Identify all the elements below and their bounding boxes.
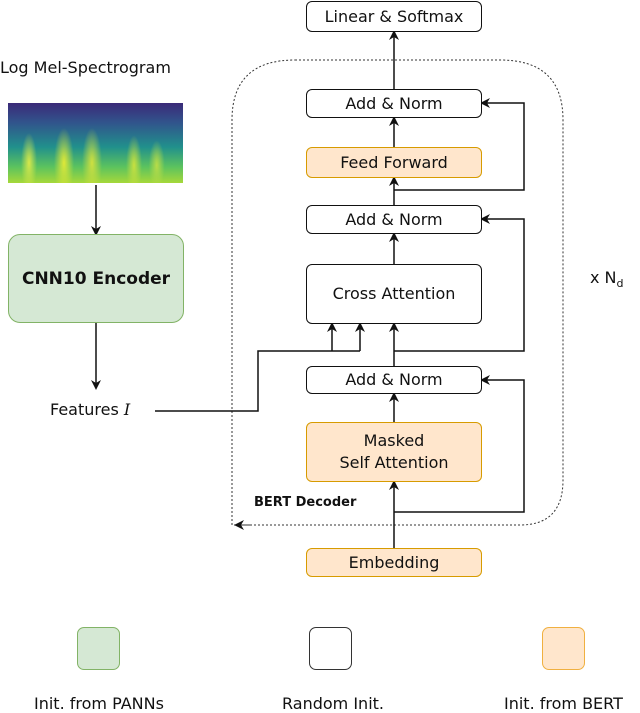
bert-decoder-label: BERT Decoder: [254, 495, 357, 510]
cnn10-encoder-block: CNN10 Encoder: [8, 234, 184, 323]
add-norm-mid-block: Add & Norm: [306, 205, 482, 234]
cross-attention-block: Cross Attention: [306, 264, 482, 324]
add-norm-bottom-block: Add & Norm: [306, 366, 482, 394]
linear-softmax-block: Linear & Softmax: [306, 1, 482, 32]
legend-label-random: Random Init.: [282, 694, 384, 713]
add-norm-top-block: Add & Norm: [306, 89, 482, 118]
masked-self-attention-block: Masked Self Attention: [306, 422, 482, 482]
encoder-label: CNN10 Encoder: [21, 268, 171, 289]
legend-swatch-random: [309, 627, 352, 670]
legend-swatch-bert: [542, 627, 585, 670]
spectrogram-label: Log Mel-Spectrogram: [0, 58, 171, 77]
legend-label-panns: Init. from PANNs: [34, 694, 164, 713]
legend-swatch-panns: [77, 627, 120, 670]
features-symbol: I: [123, 400, 131, 419]
features-label: Features I: [50, 400, 131, 419]
legend-label-bert: Init. from BERT: [504, 694, 623, 713]
log-mel-spectrogram-image: [8, 103, 183, 183]
feed-forward-block: Feed Forward: [306, 147, 482, 178]
repeat-count-label: x Nd: [590, 268, 624, 291]
embedding-block: Embedding: [306, 548, 482, 577]
